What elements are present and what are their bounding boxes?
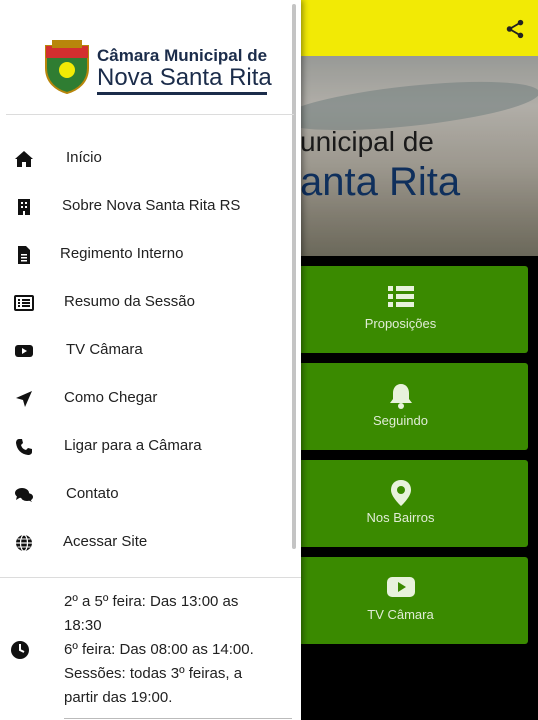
divider bbox=[0, 577, 301, 578]
menu-item-label: Início bbox=[66, 149, 102, 166]
tile-tv-camara[interactable]: TV Câmara bbox=[273, 557, 528, 644]
menu-item-inicio[interactable]: Início bbox=[0, 135, 292, 183]
menu-item-label: Acessar Site bbox=[63, 533, 148, 550]
tile-proposicoes[interactable]: Proposições bbox=[273, 266, 528, 353]
tile-label: Proposições bbox=[364, 316, 437, 331]
hero-title-line1: unicipal de bbox=[300, 126, 434, 157]
menu-item-contato[interactable]: Contato bbox=[0, 471, 292, 519]
menu-item-como-chegar[interactable]: Como Chegar bbox=[0, 375, 292, 423]
menu-item-sobre[interactable]: Sobre Nova Santa Rita RS bbox=[0, 183, 292, 231]
menu-item-label: Resumo da Sessão bbox=[64, 293, 195, 310]
list-icon bbox=[387, 286, 414, 307]
tile-label: Seguindo bbox=[373, 413, 428, 428]
menu-item-ligar[interactable]: Ligar para a Câmara bbox=[0, 423, 292, 471]
clock-icon bbox=[11, 641, 29, 659]
menu-item-label: TV Câmara bbox=[66, 341, 143, 358]
hours-line1: 2º a 5º feira: Das 13:00 as 18:30 bbox=[64, 593, 239, 634]
hero-title-line2: anta Rita bbox=[300, 160, 461, 204]
phone-icon bbox=[16, 439, 32, 455]
tile-label: Nos Bairros bbox=[366, 510, 435, 525]
logo-line2: Nova Santa Rita bbox=[97, 64, 272, 91]
location-arrow-icon bbox=[16, 391, 32, 407]
tile-label: TV Câmara bbox=[367, 607, 434, 622]
list-alt-icon bbox=[14, 295, 34, 311]
menu-item-tv-camara[interactable]: TV Câmara bbox=[0, 327, 292, 375]
building-icon bbox=[18, 199, 30, 215]
youtube-icon bbox=[386, 577, 415, 597]
hours-line2: 6º feira: Das 08:00 as 14:00. bbox=[64, 641, 254, 658]
home-icon bbox=[15, 151, 33, 167]
menu-item-acessar-site[interactable]: Acessar Site bbox=[0, 519, 292, 567]
menu-item-label: Sobre Nova Santa Rita RS bbox=[62, 197, 241, 214]
bell-icon bbox=[389, 384, 412, 409]
tile-nos-bairros[interactable]: Nos Bairros bbox=[273, 460, 528, 547]
divider bbox=[64, 718, 292, 719]
globe-icon bbox=[16, 534, 32, 552]
menu-item-label: Regimento Interno bbox=[60, 245, 184, 262]
menu-item-label: Contato bbox=[66, 485, 119, 502]
navigation-drawer: Câmara Municipal de Nova Santa Rita Iníc… bbox=[0, 0, 301, 720]
menu-item-resumo[interactable]: Resumo da Sessão bbox=[0, 279, 292, 327]
comments-icon bbox=[15, 488, 33, 502]
menu-item-regimento[interactable]: Regimento Interno bbox=[0, 231, 292, 279]
menu-item-label: Como Chegar bbox=[64, 389, 158, 406]
map-marker-icon bbox=[390, 480, 411, 506]
camara-logo: Câmara Municipal de Nova Santa Rita bbox=[42, 38, 272, 96]
share-icon[interactable] bbox=[504, 18, 526, 40]
logo-line1: Câmara Municipal de bbox=[97, 46, 268, 65]
scrollbar[interactable] bbox=[292, 4, 296, 549]
coat-of-arms-icon bbox=[45, 40, 89, 94]
opening-hours: 2º a 5º feira: Das 13:00 as 18:30 6º fei… bbox=[64, 590, 279, 710]
document-icon bbox=[18, 246, 30, 264]
tile-seguindo[interactable]: Seguindo bbox=[273, 363, 528, 450]
divider bbox=[6, 114, 294, 115]
hours-line3: Sessões: todas 3º feiras, a partir das 1… bbox=[64, 665, 243, 706]
menu-item-label: Ligar para a Câmara bbox=[64, 437, 202, 454]
youtube-icon bbox=[15, 345, 33, 357]
